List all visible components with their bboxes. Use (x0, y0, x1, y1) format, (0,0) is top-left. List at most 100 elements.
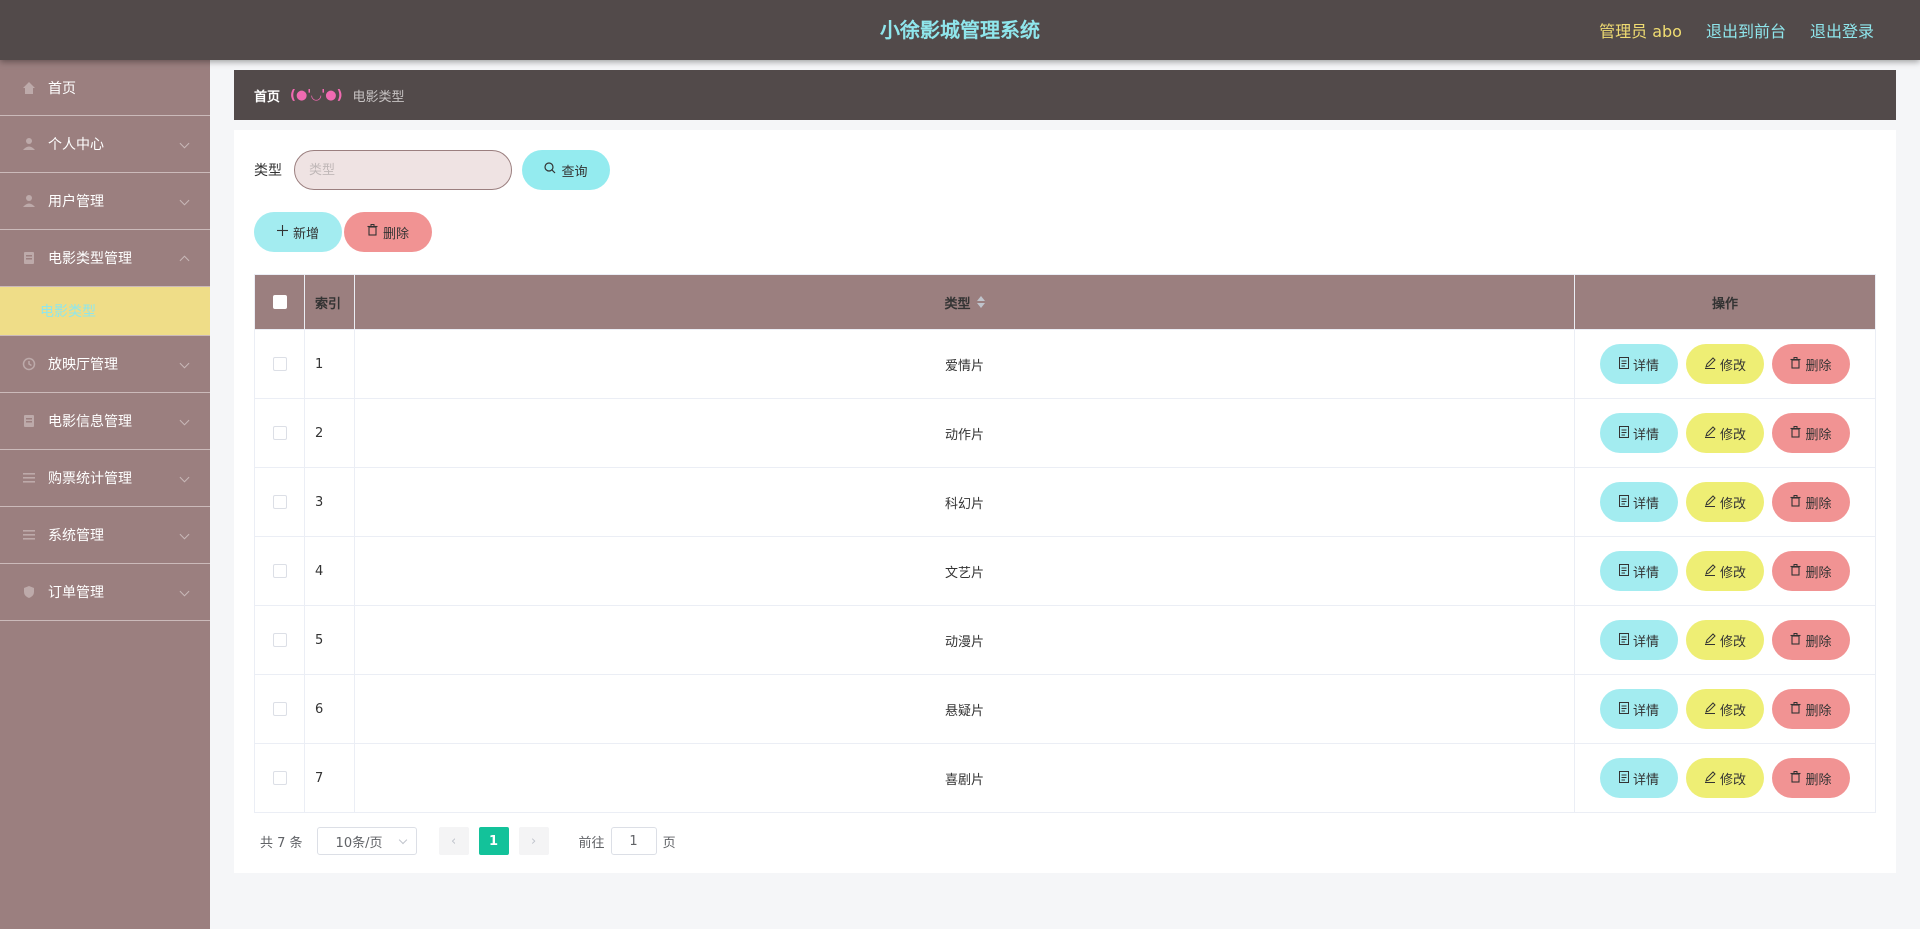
detail-button[interactable]: 详情 (1600, 620, 1678, 660)
sidebar-subitem-movie-type[interactable]: 电影类型 (0, 287, 210, 336)
logout-link[interactable]: 退出登录 (1810, 18, 1874, 42)
breadcrumb-home[interactable]: 首页 (254, 86, 280, 105)
prev-page-button[interactable]: ‹ (438, 827, 469, 855)
edit-button[interactable]: 修改 (1686, 551, 1764, 591)
page-size-select[interactable]: 10条/页 (316, 827, 417, 855)
goto-page-input[interactable] (610, 827, 657, 855)
document-icon (1618, 632, 1629, 648)
sidebar-item-movie-info-management[interactable]: 电影信息管理 (0, 393, 210, 450)
edit-button[interactable]: 修改 (1686, 482, 1764, 522)
edit-icon (1704, 632, 1716, 648)
row-index: 5 (305, 606, 355, 674)
delete-button-label: 删除 (1805, 427, 1832, 443)
chevron-up-icon (179, 255, 190, 266)
detail-button-label: 详情 (1632, 565, 1659, 581)
row-actions: 详情 修改 删除 (1575, 330, 1875, 398)
chevron-down-icon (179, 138, 190, 149)
row-checkbox[interactable] (272, 633, 287, 647)
delete-button[interactable]: 删除 (1772, 689, 1850, 729)
sidebar-item-system-management[interactable]: 系统管理 (0, 507, 210, 564)
sidebar: 首页 个人中心 用户管理 电影类型管理 电影类型 放映厅管理 电影信息管理 购票… (0, 60, 210, 929)
detail-button[interactable]: 详情 (1600, 344, 1678, 384)
delete-button[interactable]: 删除 (1772, 344, 1850, 384)
sidebar-item-label: 系统管理 (48, 528, 104, 544)
row-checkbox[interactable] (272, 426, 287, 440)
batch-delete-label: 删除 (382, 226, 409, 242)
row-index: 2 (305, 399, 355, 467)
edit-icon (1704, 563, 1716, 579)
row-checkbox[interactable] (272, 564, 287, 578)
delete-button[interactable]: 删除 (1772, 551, 1850, 591)
row-checkbox[interactable] (272, 702, 287, 716)
delete-button[interactable]: 删除 (1772, 413, 1850, 453)
sidebar-item-home[interactable]: 首页 (0, 60, 210, 116)
chevron-down-icon (398, 835, 407, 845)
row-checkbox-cell (255, 468, 305, 536)
header-index: 索引 (305, 275, 355, 329)
search-input[interactable] (294, 150, 512, 190)
row-index: 7 (305, 744, 355, 812)
query-button[interactable]: 查询 (522, 150, 610, 190)
user-icon (22, 194, 36, 208)
delete-button-label: 删除 (1805, 772, 1832, 788)
document-icon (1618, 701, 1629, 717)
edit-button-label: 修改 (1719, 427, 1746, 443)
edit-button[interactable]: 修改 (1686, 620, 1764, 660)
detail-button[interactable]: 详情 (1600, 482, 1678, 522)
row-checkbox[interactable] (272, 495, 287, 509)
detail-button-label: 详情 (1632, 496, 1659, 512)
row-actions: 详情 修改 删除 (1575, 468, 1875, 536)
next-page-button[interactable]: › (518, 827, 549, 855)
edit-button[interactable]: 修改 (1686, 413, 1764, 453)
sidebar-item-movie-type-management[interactable]: 电影类型管理 (0, 230, 210, 287)
sidebar-item-user-management[interactable]: 用户管理 (0, 173, 210, 230)
select-all-checkbox[interactable] (272, 295, 287, 309)
row-type: 悬疑片 (355, 675, 1575, 743)
row-checkbox[interactable] (272, 771, 287, 785)
row-checkbox-cell (255, 537, 305, 605)
box-icon (22, 414, 36, 428)
row-checkbox[interactable] (272, 357, 287, 371)
page-number-button[interactable]: 1 (478, 827, 509, 855)
document-icon (1618, 425, 1629, 441)
to-front-link[interactable]: 退出到前台 (1706, 18, 1786, 42)
breadcrumb-separator: (●'◡'●) (290, 87, 343, 103)
sort-icon[interactable] (976, 296, 985, 308)
sidebar-item-order-management[interactable]: 订单管理 (0, 564, 210, 621)
search-icon (544, 162, 556, 178)
detail-button[interactable]: 详情 (1600, 689, 1678, 729)
delete-button[interactable]: 删除 (1772, 758, 1850, 798)
detail-button[interactable]: 详情 (1600, 758, 1678, 798)
trash-icon (1790, 563, 1801, 579)
edit-button-label: 修改 (1719, 634, 1746, 650)
add-button[interactable]: 新增 (254, 212, 342, 252)
table-row: 2 动作片 详情 修改 删除 (255, 398, 1875, 467)
delete-button[interactable]: 删除 (1772, 620, 1850, 660)
detail-button[interactable]: 详情 (1600, 551, 1678, 591)
trash-icon (1790, 770, 1801, 786)
page-size-value: 10条/页 (335, 835, 383, 851)
row-checkbox-cell (255, 330, 305, 398)
edit-button-label: 修改 (1719, 358, 1746, 374)
sidebar-item-label: 电影信息管理 (48, 414, 132, 430)
pagination: 共 7 条 10条/页 ‹ 1 › 前往 页 (260, 827, 676, 855)
row-checkbox-cell (255, 606, 305, 674)
table-row: 6 悬疑片 详情 修改 删除 (255, 674, 1875, 743)
list-icon (22, 528, 36, 542)
row-actions: 详情 修改 删除 (1575, 606, 1875, 674)
detail-button[interactable]: 详情 (1600, 413, 1678, 453)
sidebar-item-hall-management[interactable]: 放映厅管理 (0, 336, 210, 393)
row-checkbox-cell (255, 675, 305, 743)
edit-button[interactable]: 修改 (1686, 344, 1764, 384)
pagination-total: 共 7 条 (260, 835, 303, 851)
sidebar-item-personal-center[interactable]: 个人中心 (0, 116, 210, 173)
delete-button[interactable]: 删除 (1772, 482, 1850, 522)
edit-button[interactable]: 修改 (1686, 758, 1764, 798)
header-type[interactable]: 类型 (355, 275, 1575, 329)
search-label: 类型 (254, 163, 282, 179)
table-row: 1 爱情片 详情 修改 删除 (255, 329, 1875, 398)
sidebar-item-ticket-stats-management[interactable]: 购票统计管理 (0, 450, 210, 507)
chevron-down-icon (179, 529, 190, 540)
batch-delete-button[interactable]: 删除 (344, 212, 432, 252)
edit-button[interactable]: 修改 (1686, 689, 1764, 729)
